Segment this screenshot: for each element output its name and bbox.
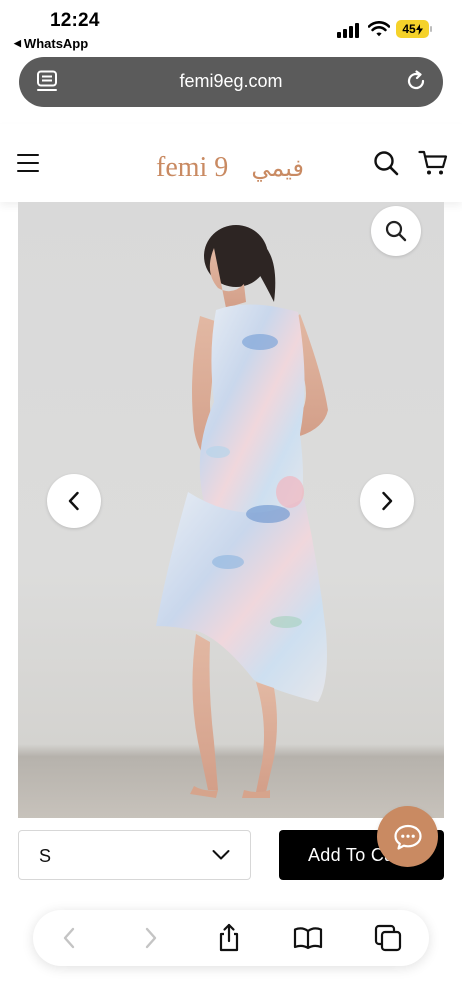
size-select-value: S (39, 846, 52, 866)
battery-indicator: 45 (396, 20, 429, 38)
forward-icon (145, 927, 157, 949)
share-button[interactable] (213, 922, 245, 954)
site-header: femi 9 فيمي (0, 124, 462, 202)
cart-icon[interactable] (418, 150, 448, 176)
cellular-signal-icon (337, 22, 361, 38)
bookmarks-button[interactable] (292, 922, 324, 954)
chat-button[interactable] (377, 806, 438, 867)
tabs-button[interactable] (372, 922, 404, 954)
battery-level: 45 (402, 22, 416, 36)
charging-icon (415, 23, 423, 35)
previous-image-button[interactable] (47, 474, 101, 528)
chevron-right-icon (382, 491, 393, 511)
svg-text:femi 9: femi 9 (156, 152, 228, 183)
wifi-icon (368, 21, 390, 37)
back-app-label: WhatsApp (23, 36, 89, 51)
brand-logo[interactable]: femi 9 فيمي (156, 146, 306, 186)
size-select[interactable]: S (18, 830, 251, 880)
next-image-button[interactable] (360, 474, 414, 528)
status-time: 12:24 (50, 10, 100, 31)
chevron-down-icon (212, 850, 230, 860)
back-button[interactable] (53, 922, 85, 954)
zoom-button[interactable] (371, 206, 421, 256)
back-to-app-link[interactable]: ◀ WhatsApp (14, 36, 88, 51)
back-arrow-icon: ◀ (14, 38, 21, 48)
svg-text:فيمي: فيمي (251, 154, 304, 182)
bookmarks-icon (293, 927, 323, 950)
hamburger-menu-icon[interactable] (17, 154, 39, 173)
tabs-icon (374, 924, 402, 952)
search-icon[interactable] (373, 150, 399, 176)
back-icon (63, 927, 75, 949)
zoom-icon (385, 220, 407, 242)
chat-icon (393, 824, 422, 850)
chevron-left-icon (68, 491, 79, 511)
status-bar: 12:24 ◀ WhatsApp 45 (0, 0, 462, 54)
share-icon (219, 923, 239, 952)
forward-button[interactable] (135, 922, 167, 954)
browser-toolbar (33, 910, 429, 966)
url-text: femi9eg.com (179, 71, 283, 91)
reload-icon[interactable] (405, 70, 427, 92)
address-bar[interactable]: femi9eg.com (19, 57, 443, 107)
